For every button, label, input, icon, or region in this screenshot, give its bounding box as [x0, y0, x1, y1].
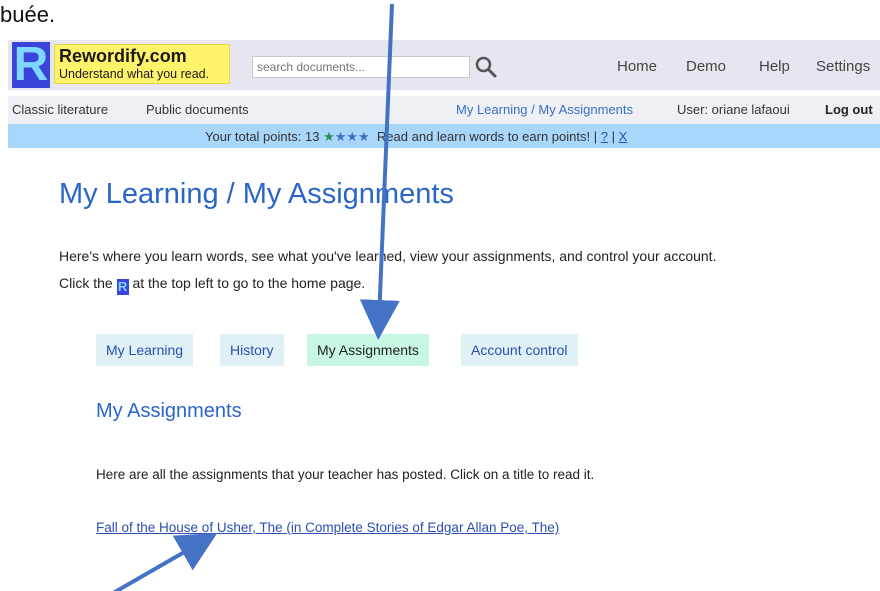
arrow-annotation: [112, 533, 218, 591]
separator: |: [611, 129, 615, 144]
logout-link[interactable]: Log out: [825, 102, 873, 117]
intro-line-1: Here's where you learn words, see what y…: [59, 248, 717, 264]
tab-my-assignments[interactable]: My Assignments: [307, 334, 429, 366]
intro-text: Here's where you learn words, see what y…: [59, 243, 716, 297]
page-title: My Learning / My Assignments: [59, 178, 454, 210]
my-learning-link[interactable]: My Learning / My Assignments: [456, 102, 633, 117]
public-documents-link[interactable]: Public documents: [146, 102, 249, 117]
brand-logo[interactable]: Rewordify.com Understand what you read.: [54, 44, 230, 84]
user-name: User: oriane lafaoui: [677, 102, 790, 117]
intro-line-2-end: at the top left to go to the home page.: [132, 275, 366, 291]
logo-icon-inline: R: [116, 279, 129, 295]
classic-literature-link[interactable]: Classic literature: [12, 102, 108, 117]
nav-demo[interactable]: Demo: [686, 58, 726, 75]
star-icons-blue: ★★★: [334, 129, 370, 144]
intro-line-2-start: Click the: [59, 275, 113, 291]
search-input[interactable]: [252, 56, 470, 78]
tab-my-learning[interactable]: My Learning: [96, 334, 194, 366]
logo-icon[interactable]: R: [12, 41, 50, 89]
points-total: Your total points: 13: [205, 129, 320, 144]
document-caption: buée.: [0, 2, 56, 27]
nav-help[interactable]: Help: [759, 58, 790, 75]
points-message: Read and learn words to earn points!: [376, 129, 591, 144]
brand-tagline: Understand what you read.: [59, 67, 210, 81]
intro-line-2: Click the R at the top left to go to the…: [59, 270, 716, 297]
tab-account-control[interactable]: Account control: [461, 334, 578, 366]
points-help-link[interactable]: ?: [601, 129, 608, 144]
brand-name: Rewordify.com: [59, 46, 187, 66]
assignment-link[interactable]: Fall of the House of Usher, The (in Comp…: [96, 520, 559, 535]
points-close-link[interactable]: X: [619, 129, 628, 144]
section-description: Here are all the assignments that your t…: [96, 467, 595, 482]
points-info: Your total points: 13 ★★★★ Read and lear…: [205, 129, 627, 145]
star-icon-green: ★: [323, 129, 335, 144]
section-title: My Assignments: [96, 400, 242, 422]
search-icon[interactable]: [474, 55, 498, 79]
nav-home[interactable]: Home: [617, 58, 657, 75]
separator: |: [593, 129, 598, 144]
tab-history[interactable]: History: [220, 334, 284, 366]
nav-settings[interactable]: Settings: [816, 58, 870, 75]
